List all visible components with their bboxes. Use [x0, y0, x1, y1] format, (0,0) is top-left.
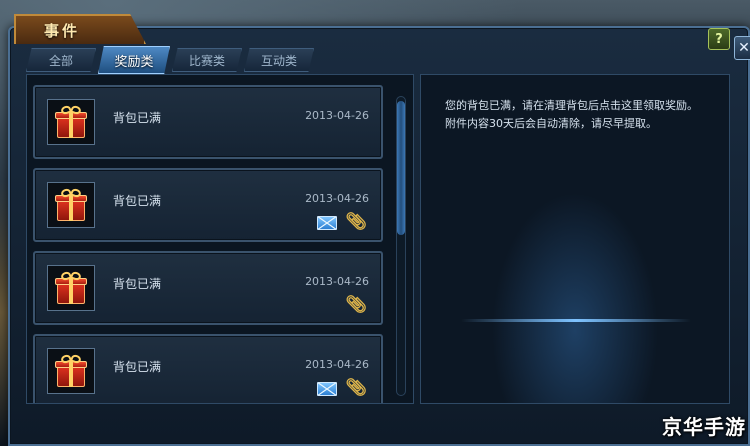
scrollbar-thumb[interactable] — [397, 101, 405, 235]
tab-matches[interactable]: 比赛类 — [172, 48, 242, 72]
category-tabs: 全部 奖励类 比赛类 互动类 — [26, 46, 316, 74]
gift-box-icon — [47, 265, 95, 311]
tab-interaction[interactable]: 互动类 — [244, 48, 314, 72]
gift-box-icon — [47, 182, 95, 228]
mail-list-scrollbar[interactable] — [396, 96, 406, 396]
mail-date: 2013-04-26 — [305, 275, 369, 288]
mail-subject: 背包已满 — [113, 194, 162, 208]
envelope-icon — [317, 381, 338, 396]
mail-detail-panel: 您的背包已满，请在清理背包后点击这里领取奖励。附件内容30天后会自动清除，请尽早… — [420, 74, 730, 404]
mail-body-text[interactable]: 您的背包已满，请在清理背包后点击这里领取奖励。附件内容30天后会自动清除，请尽早… — [445, 97, 707, 133]
tab-rewards[interactable]: 奖励类 — [98, 46, 170, 74]
mail-item[interactable]: 背包已满 2013-04-26 📎︎ — [33, 334, 383, 403]
close-icon: ✕ — [738, 40, 750, 56]
paperclip-icon: 📎︎ — [345, 295, 367, 315]
mail-subject: 背包已满 — [113, 277, 162, 291]
envelope-icon — [317, 215, 338, 230]
help-button[interactable]: ? — [708, 28, 730, 50]
paperclip-icon: 📎︎ — [345, 212, 367, 232]
close-button[interactable]: ✕ — [734, 36, 750, 60]
watermark-logo: 京华手游 — [662, 415, 746, 439]
mail-date: 2013-04-26 — [305, 109, 369, 122]
mail-date: 2013-04-26 — [305, 192, 369, 205]
gift-box-icon — [47, 99, 95, 145]
tab-all[interactable]: 全部 — [26, 48, 96, 72]
mail-subject: 背包已满 — [113, 360, 162, 374]
help-icon: ? — [715, 31, 723, 47]
mail-item[interactable]: 背包已满 2013-04-26 — [33, 85, 383, 159]
mail-subject: 背包已满 — [113, 111, 162, 125]
gift-box-icon — [47, 348, 95, 394]
window-title: 事件 — [44, 21, 81, 40]
window-title-tab: 事件 — [14, 14, 146, 44]
mail-date: 2013-04-26 — [305, 358, 369, 371]
mail-item[interactable]: 背包已满 2013-04-26 📎︎ — [33, 251, 383, 325]
panel-glow-divider — [461, 319, 691, 322]
paperclip-icon: 📎︎ — [345, 378, 367, 398]
mail-item[interactable]: 背包已满 2013-04-26 📎︎ — [33, 168, 383, 242]
mail-list-panel: 背包已满 2013-04-26 背包已满 2013-04-26 📎︎ 背包已满 … — [26, 74, 414, 404]
